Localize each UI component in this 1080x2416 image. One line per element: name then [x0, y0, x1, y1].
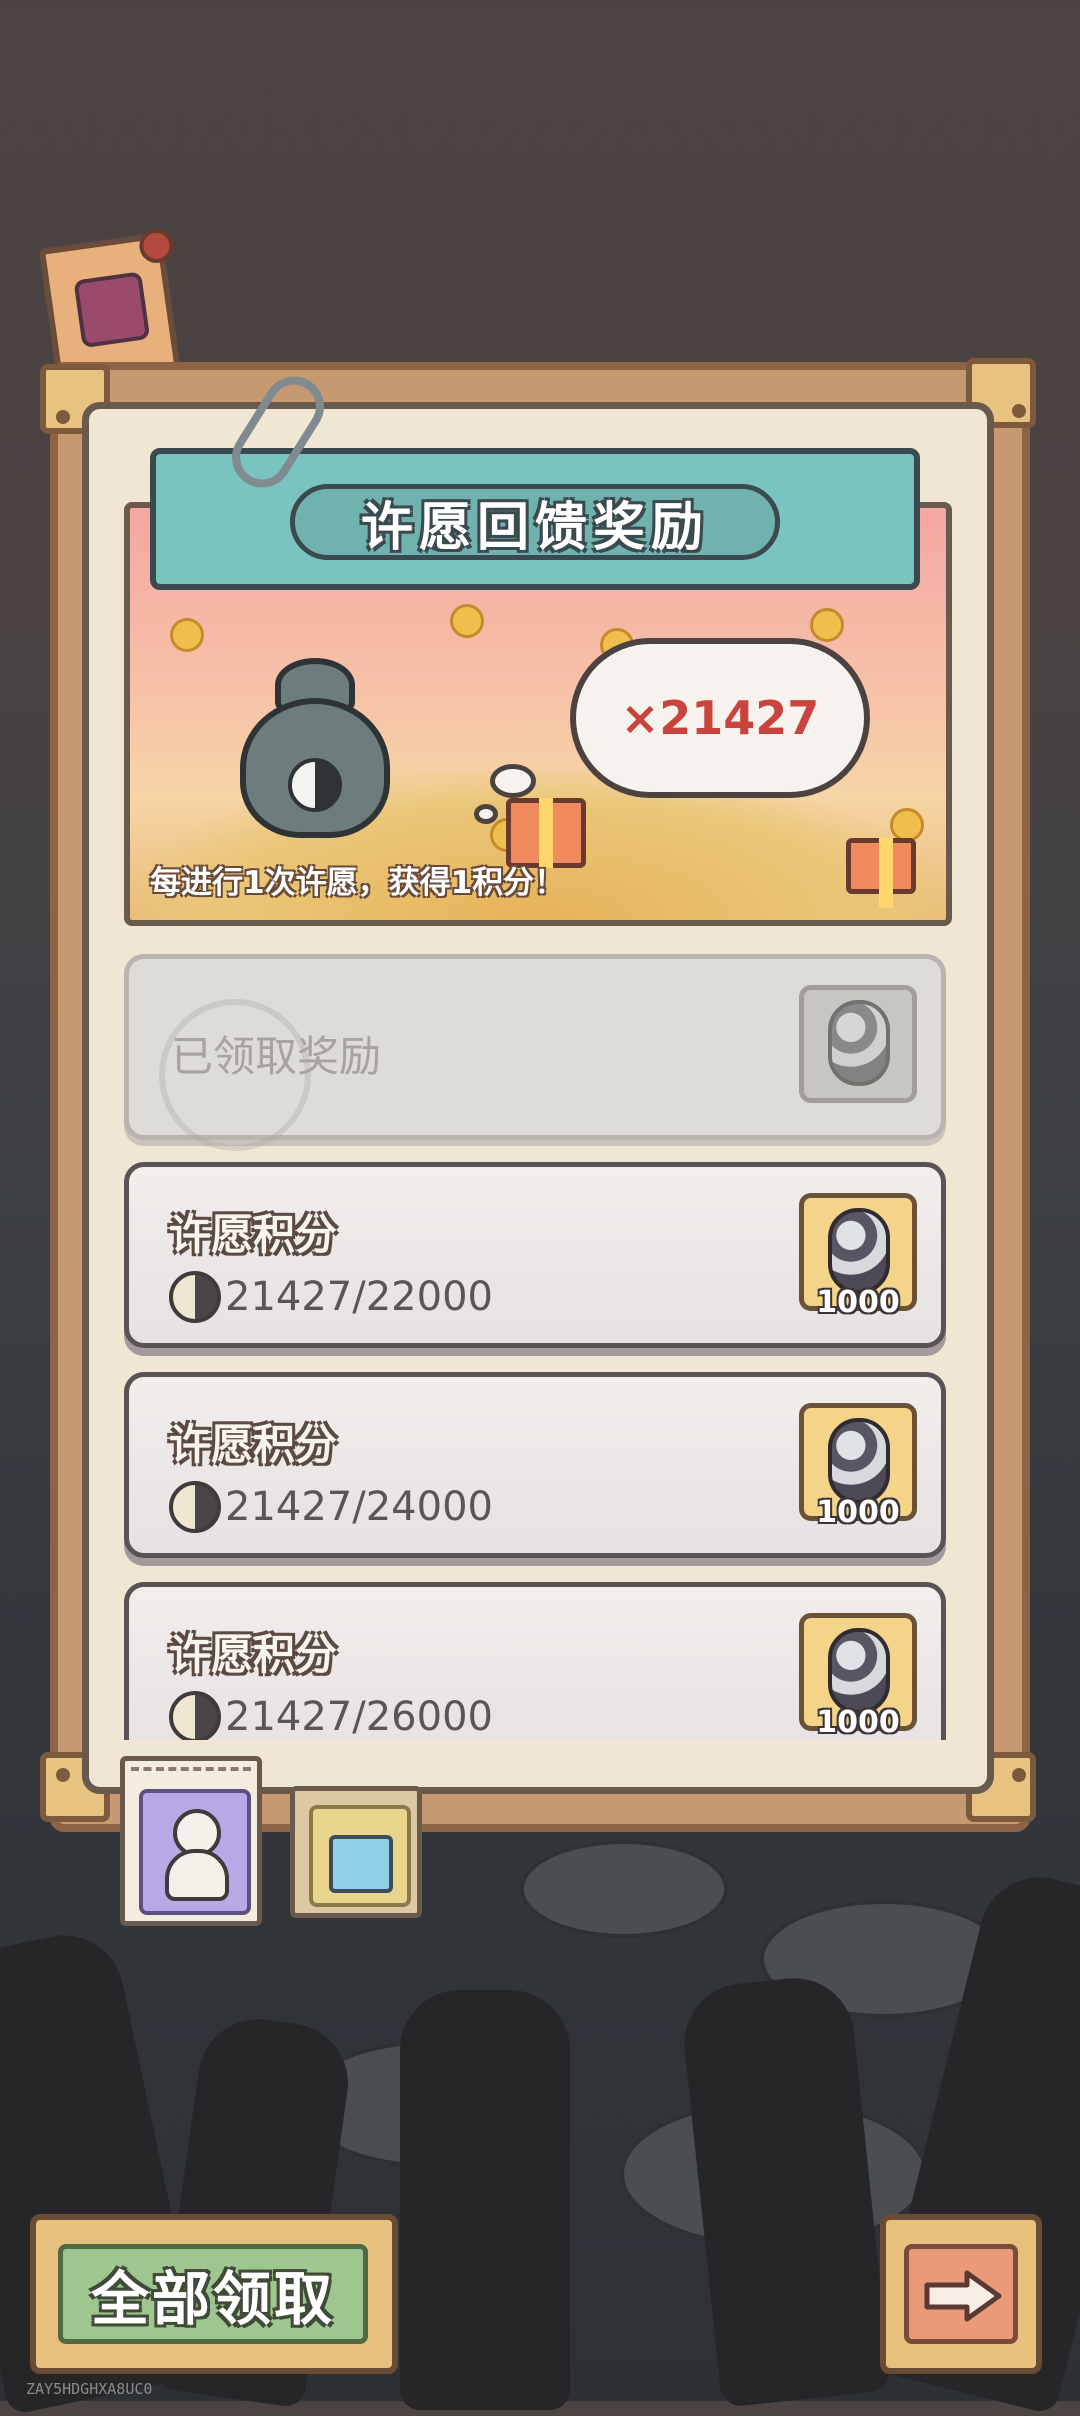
claimed-reward-row: 已领取奖励 — [124, 954, 946, 1151]
reward-quantity: 1000 — [816, 1285, 900, 1320]
title-pill: 许愿回馈奖励 — [290, 484, 780, 560]
page-title: 许愿回馈奖励 — [360, 497, 709, 558]
wishing-pot-icon — [230, 658, 400, 838]
plant-icon — [73, 271, 151, 349]
progress-display: 21427/24000 — [169, 1481, 493, 1533]
progress-display: 21427/26000 — [169, 1691, 493, 1740]
count-bubble: ×21427 — [570, 638, 870, 798]
row-label: 许愿积分 — [169, 1210, 338, 1259]
yinyang-icon — [169, 1691, 221, 1740]
yinyang-icon — [169, 1481, 221, 1533]
reward-quantity: 1000 — [816, 1495, 900, 1530]
reward-slot[interactable]: 1000 — [799, 1613, 917, 1740]
koi-icon — [828, 1208, 890, 1294]
koi-icon — [828, 1000, 890, 1086]
watermark: ZAY5HDGHXA8UC0 — [26, 2380, 153, 2398]
reward-slot — [799, 985, 917, 1103]
list-item[interactable]: 许愿积分 21427/26000 1000 — [124, 1582, 946, 1740]
tab-gift-rewards[interactable] — [290, 1786, 422, 1918]
collect-all-label: 全部领取 — [90, 2265, 335, 2333]
collect-all-button[interactable]: 全部领取 — [30, 2214, 398, 2374]
reward-slot[interactable]: 1000 — [799, 1193, 917, 1320]
progress-display: 21427/22000 — [169, 1271, 493, 1323]
reward-list[interactable]: 已领取奖励 许愿积分 21427/22000 1000 许愿积分 21427/2… — [120, 950, 950, 1740]
progress-text: 21427/22000 — [225, 1274, 493, 1320]
banner-subtitle: 每进行1次许愿，获得1积分！ — [150, 865, 566, 901]
progress-text: 21427/24000 — [225, 1484, 493, 1530]
next-button[interactable] — [880, 2214, 1042, 2374]
arrow-right-icon — [924, 2270, 1002, 2322]
yinyang-icon — [169, 1271, 221, 1323]
row-label: 许愿积分 — [169, 1630, 338, 1679]
gift-icon — [846, 838, 916, 908]
row-label: 许愿积分 — [169, 1420, 338, 1469]
claimed-label: 已领取奖励 — [171, 1032, 382, 1081]
list-item[interactable]: 许愿积分 21427/22000 1000 — [124, 1162, 946, 1348]
koi-icon — [828, 1628, 890, 1714]
koi-icon — [828, 1418, 890, 1504]
list-item[interactable]: 许愿积分 21427/24000 1000 — [124, 1372, 946, 1558]
wish-count: ×21427 — [620, 691, 820, 745]
yinyang-icon — [288, 758, 342, 812]
gift-icon — [329, 1835, 393, 1893]
reward-quantity: 1000 — [816, 1705, 900, 1740]
progress-text: 21427/26000 — [225, 1694, 493, 1740]
reward-slot[interactable]: 1000 — [799, 1403, 917, 1530]
tab-wish-rewards[interactable] — [120, 1756, 262, 1926]
